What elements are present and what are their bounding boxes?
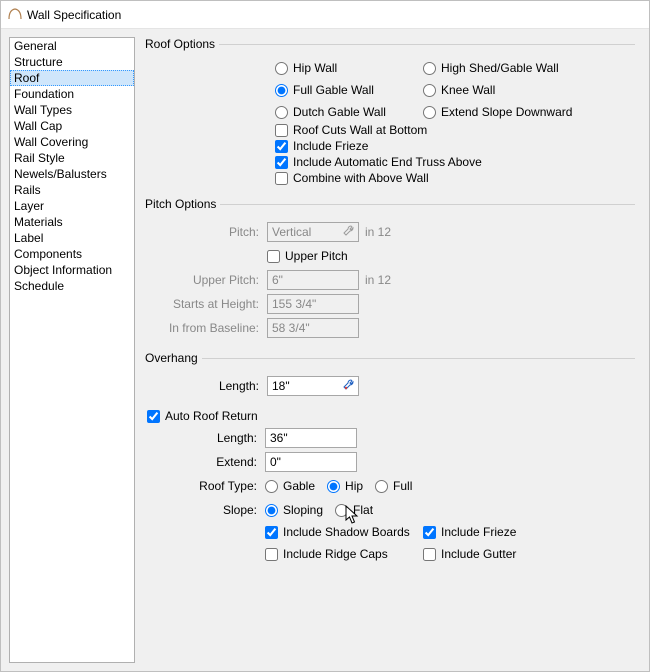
in-from-input (267, 318, 359, 338)
wrench-icon[interactable] (342, 378, 356, 392)
check-label: Upper Pitch (285, 249, 348, 263)
radio-label: Full (393, 479, 412, 493)
radio-label: Gable (283, 479, 315, 493)
starts-input (267, 294, 359, 314)
check-ridge-caps[interactable]: Include Ridge Caps (265, 547, 423, 561)
sidebar-item-foundation[interactable]: Foundation (10, 86, 134, 102)
pitch-options-group: Pitch Options Pitch: in 12 Upper Pitch U… (147, 197, 635, 343)
radio-extend-slope[interactable]: Extend Slope Downward (423, 105, 633, 119)
radio-hip-wall[interactable]: Hip Wall (275, 61, 423, 75)
sidebar-item-object-information[interactable]: Object Information (10, 262, 134, 278)
check-shadow-boards[interactable]: Include Shadow Boards (265, 525, 423, 539)
arr-roof-type-label: Roof Type: (147, 479, 265, 493)
radio-label: Full Gable Wall (293, 83, 374, 97)
radio-dutch-gable[interactable]: Dutch Gable Wall (275, 105, 423, 119)
sidebar-item-rail-style[interactable]: Rail Style (10, 150, 134, 166)
check-roof-cuts-wall[interactable]: Roof Cuts Wall at Bottom (275, 123, 633, 137)
upper-pitch-input (267, 270, 359, 290)
category-sidebar[interactable]: GeneralStructureRoofFoundationWall Types… (9, 37, 135, 663)
radio-label: Knee Wall (441, 83, 495, 97)
arr-length-input[interactable] (265, 428, 357, 448)
sidebar-item-layer[interactable]: Layer (10, 198, 134, 214)
wrench-icon (342, 224, 356, 238)
pitch-options-legend: Pitch Options (145, 197, 220, 211)
check-label: Include Shadow Boards (283, 525, 410, 539)
sidebar-item-wall-covering[interactable]: Wall Covering (10, 134, 134, 150)
arr-length-label: Length: (147, 431, 265, 445)
radio-label: High Shed/Gable Wall (441, 61, 559, 75)
arr-slope-label: Slope: (147, 503, 265, 517)
check-label: Include Ridge Caps (283, 547, 388, 561)
check-label: Include Frieze (441, 525, 516, 539)
window-title: Wall Specification (27, 8, 121, 22)
radio-high-shed-gable[interactable]: High Shed/Gable Wall (423, 61, 633, 75)
roof-panel: Roof Options Hip Wall High Shed/Gable Wa… (141, 37, 641, 663)
radio-label: Extend Slope Downward (441, 105, 572, 119)
sidebar-item-structure[interactable]: Structure (10, 54, 134, 70)
check-label: Combine with Above Wall (293, 171, 429, 185)
in-from-label: In from Baseline: (149, 321, 267, 335)
sidebar-item-schedule[interactable]: Schedule (10, 278, 134, 294)
titlebar: Wall Specification (1, 1, 649, 29)
check-label: Roof Cuts Wall at Bottom (293, 123, 427, 137)
roof-type-radios: Hip Wall High Shed/Gable Wall Full Gable… (275, 59, 633, 121)
radio-full-gable[interactable]: Full Gable Wall (275, 83, 423, 97)
radio-full[interactable]: Full (375, 479, 412, 493)
sidebar-item-newels-balusters[interactable]: Newels/Balusters (10, 166, 134, 182)
arr-extend-input[interactable] (265, 452, 357, 472)
sidebar-item-components[interactable]: Components (10, 246, 134, 262)
check-include-truss[interactable]: Include Automatic End Truss Above (275, 155, 633, 169)
starts-label: Starts at Height: (149, 297, 267, 311)
check-label: Include Automatic End Truss Above (293, 155, 482, 169)
upper-pitch-label: Upper Pitch: (149, 273, 267, 287)
sidebar-item-label[interactable]: Label (10, 230, 134, 246)
sidebar-item-wall-types[interactable]: Wall Types (10, 102, 134, 118)
pitch-label: Pitch: (149, 225, 267, 239)
sidebar-item-rails[interactable]: Rails (10, 182, 134, 198)
radio-label: Sloping (283, 503, 323, 517)
upper-pitch-unit: in 12 (365, 273, 391, 287)
radio-label: Flat (353, 503, 373, 517)
check-label: Auto Roof Return (165, 409, 258, 423)
radio-knee-wall[interactable]: Knee Wall (423, 83, 633, 97)
radio-label: Dutch Gable Wall (293, 105, 386, 119)
radio-hip[interactable]: Hip (327, 479, 363, 493)
check-arr-frieze[interactable]: Include Frieze (423, 525, 516, 539)
overhang-length-label: Length: (149, 379, 267, 393)
check-include-frieze[interactable]: Include Frieze (275, 139, 633, 153)
app-icon (7, 5, 23, 24)
sidebar-item-materials[interactable]: Materials (10, 214, 134, 230)
auto-roof-return-checkbox[interactable] (147, 410, 160, 423)
radio-flat[interactable]: Flat (335, 503, 373, 517)
roof-options-legend: Roof Options (145, 37, 219, 51)
check-label: Include Frieze (293, 139, 368, 153)
radio-label: Hip (345, 479, 363, 493)
check-upper-pitch[interactable]: Upper Pitch (267, 249, 348, 263)
overhang-group: Overhang Length: (147, 351, 635, 401)
roof-options-group: Roof Options Hip Wall High Shed/Gable Wa… (147, 37, 635, 189)
arr-extend-label: Extend: (147, 455, 265, 469)
auto-roof-return-check[interactable]: Auto Roof Return (147, 409, 635, 423)
radio-label: Hip Wall (293, 61, 337, 75)
sidebar-item-wall-cap[interactable]: Wall Cap (10, 118, 134, 134)
check-gutter[interactable]: Include Gutter (423, 547, 516, 561)
check-combine-above[interactable]: Combine with Above Wall (275, 171, 633, 185)
sidebar-item-general[interactable]: General (10, 38, 134, 54)
check-label: Include Gutter (441, 547, 516, 561)
pitch-unit: in 12 (365, 225, 391, 239)
radio-gable[interactable]: Gable (265, 479, 315, 493)
overhang-legend: Overhang (145, 351, 202, 365)
radio-sloping[interactable]: Sloping (265, 503, 323, 517)
sidebar-item-roof[interactable]: Roof (10, 70, 134, 86)
